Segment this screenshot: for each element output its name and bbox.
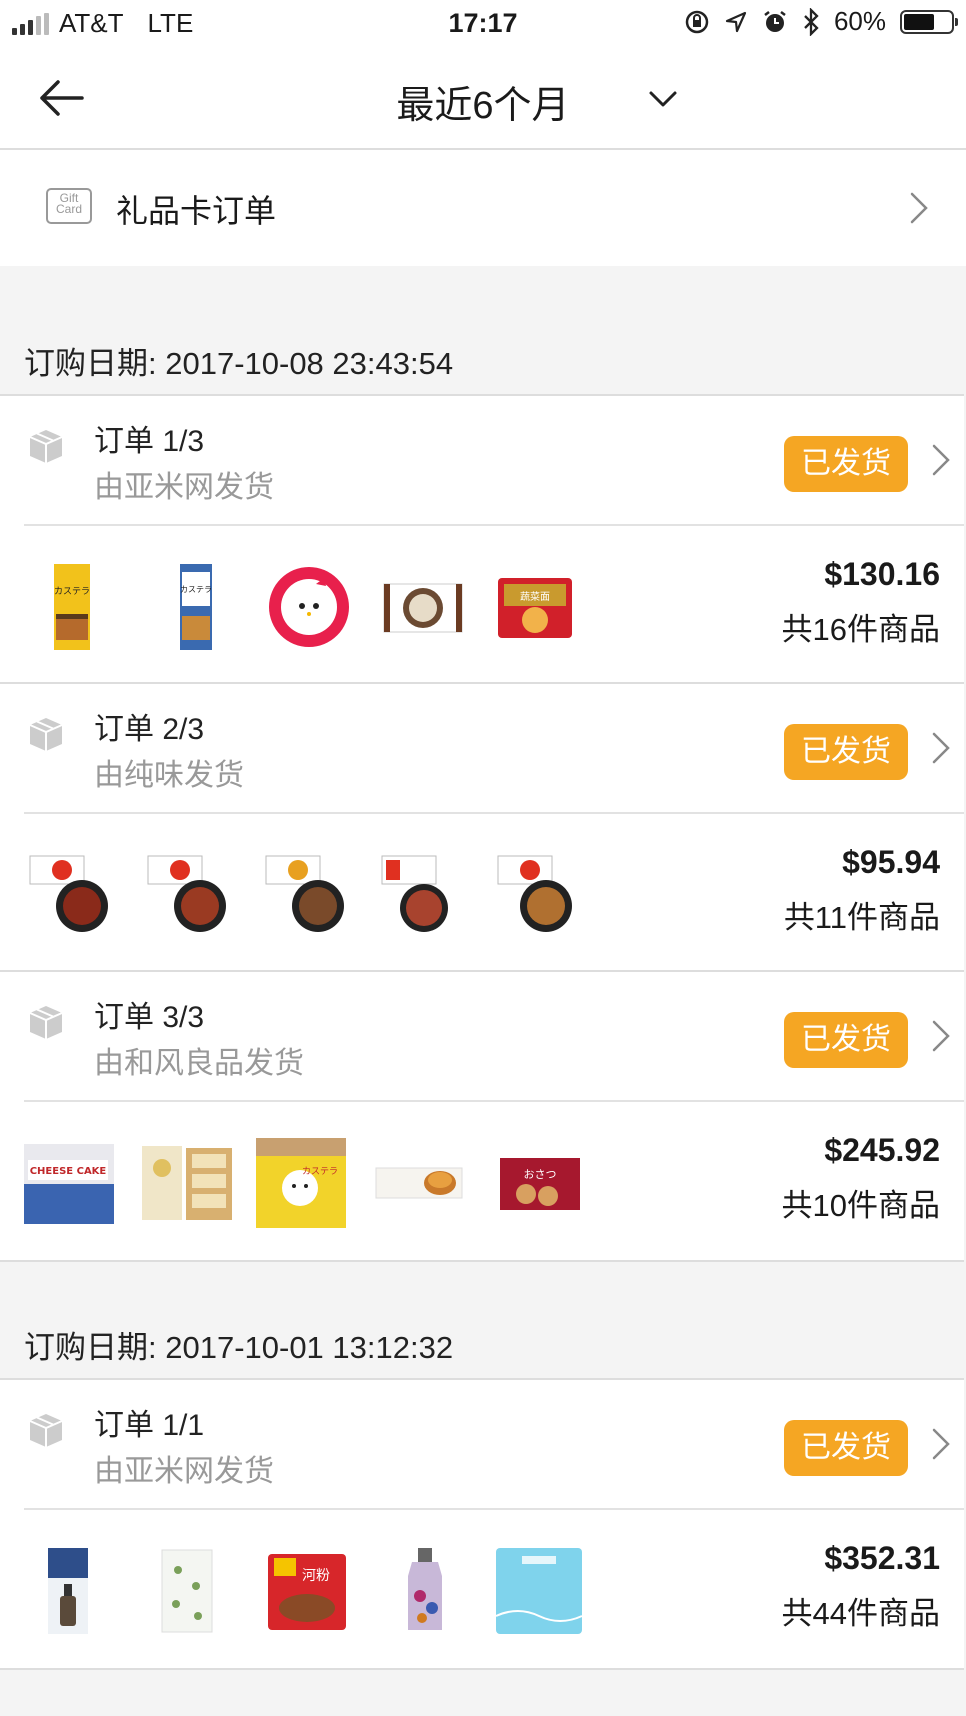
chevron-right-icon bbox=[932, 1428, 950, 1460]
battery-icon bbox=[900, 9, 958, 34]
seller: 由纯味发货 bbox=[94, 759, 244, 792]
status-badge: 已发货 bbox=[784, 1012, 908, 1068]
chevron-right-icon bbox=[932, 1020, 950, 1052]
item-count: 共11件商品 bbox=[783, 900, 940, 935]
bluetooth-icon bbox=[804, 7, 819, 36]
product-thumbnail bbox=[48, 1548, 88, 1634]
svg-text:カステラ: カステラ bbox=[180, 585, 212, 594]
order-card[interactable]: 订单 3/3 由和风良品发货 已发货 CHEESE CAKE カステラ おさつ … bbox=[0, 970, 964, 1262]
svg-text:蔬菜面: 蔬菜面 bbox=[520, 591, 550, 603]
product-thumbnail: おさつ bbox=[500, 1158, 580, 1210]
chevron-right-icon bbox=[932, 444, 950, 476]
svg-text:CHEESE CAKE: CHEESE CAKE bbox=[30, 1166, 107, 1177]
seller: 由和风良品发货 bbox=[94, 1047, 304, 1080]
svg-text:河粉: 河粉 bbox=[302, 1568, 330, 1584]
order-number: 订单 1/3 bbox=[94, 425, 205, 458]
order-card[interactable]: 订单 2/3 由纯味发货 已发货 $95.94 共11件商品 bbox=[0, 682, 964, 974]
product-thumbnail bbox=[147, 855, 226, 932]
product-thumbnail bbox=[142, 1146, 232, 1220]
product-thumbnail bbox=[408, 1548, 442, 1630]
status-bar: AT&T LTE 17:17 60% bbox=[0, 0, 966, 50]
item-count: 共44件商品 bbox=[781, 1596, 940, 1631]
package-icon bbox=[29, 1006, 63, 1039]
product-thumbnail bbox=[375, 1167, 463, 1199]
product-thumbnail bbox=[495, 1548, 583, 1634]
status-badge: 已发货 bbox=[784, 724, 908, 780]
battery-percent: 60% bbox=[833, 6, 886, 36]
product-thumbnail bbox=[383, 583, 463, 633]
item-count: 共10件商品 bbox=[781, 1188, 940, 1223]
order-date-header: 订购日期: 2017-10-01 13:12:32 bbox=[24, 1330, 454, 1365]
product-thumbnail bbox=[29, 855, 108, 932]
svg-text:カステラ: カステラ bbox=[54, 586, 90, 597]
product-thumbnail bbox=[161, 1549, 213, 1633]
rotation-lock-icon bbox=[685, 10, 709, 33]
location-icon bbox=[725, 11, 747, 32]
product-thumbnail bbox=[497, 855, 572, 932]
order-price: $130.16 bbox=[824, 556, 940, 592]
product-thumbnail: カステラ bbox=[54, 564, 90, 650]
package-icon bbox=[29, 718, 63, 751]
seller: 由亚米网发货 bbox=[94, 471, 274, 504]
package-icon bbox=[29, 430, 63, 463]
order-number: 订单 2/3 bbox=[94, 713, 205, 746]
product-thumbnail: カステラ bbox=[180, 564, 212, 650]
order-date-header: 订购日期: 2017-10-08 23:43:54 bbox=[24, 346, 454, 381]
status-badge: 已发货 bbox=[784, 1420, 908, 1476]
chevron-down-icon[interactable] bbox=[646, 84, 680, 114]
order-card[interactable]: 订单 1/1 由亚米网发货 已发货 河粉 $352.31 共44件商品 bbox=[0, 1378, 964, 1670]
product-thumbnail: 蔬菜面 bbox=[498, 578, 572, 638]
product-thumbnail: 河粉 bbox=[268, 1554, 346, 1630]
order-number: 订单 1/1 bbox=[94, 1409, 205, 1442]
product-thumbnail bbox=[265, 855, 344, 932]
seller: 由亚米网发货 bbox=[94, 1455, 274, 1488]
svg-text:おさつ: おさつ bbox=[524, 1168, 557, 1181]
product-thumbnail: カステラ bbox=[256, 1138, 346, 1228]
gift-card-orders-row[interactable]: Gift Card 礼品卡订单 bbox=[0, 150, 966, 266]
order-price: $95.94 bbox=[842, 844, 940, 880]
nav-bar: 最近6个月 bbox=[0, 50, 966, 150]
gift-card-label: 礼品卡订单 bbox=[116, 193, 277, 229]
package-icon bbox=[29, 1414, 63, 1447]
product-thumbnail: CHEESE CAKE bbox=[24, 1144, 114, 1224]
product-thumbnail bbox=[381, 855, 448, 932]
product-thumbnail bbox=[269, 567, 349, 647]
order-price: $245.92 bbox=[824, 1132, 940, 1168]
period-selector[interactable]: 最近6个月 bbox=[0, 74, 966, 129]
order-price: $352.31 bbox=[824, 1540, 940, 1576]
gift-card-icon: Gift Card bbox=[46, 188, 92, 224]
item-count: 共16件商品 bbox=[781, 612, 940, 647]
svg-text:カステラ: カステラ bbox=[302, 1166, 338, 1177]
alarm-icon bbox=[764, 10, 786, 32]
chevron-right-icon bbox=[910, 192, 928, 224]
order-number: 订单 3/3 bbox=[94, 1001, 205, 1034]
order-card[interactable]: 订单 1/3 由亚米网发货 已发货 カステラ カステラ 蔬菜面 $130.16 … bbox=[0, 394, 964, 686]
status-badge: 已发货 bbox=[784, 436, 908, 492]
chevron-right-icon bbox=[932, 732, 950, 764]
